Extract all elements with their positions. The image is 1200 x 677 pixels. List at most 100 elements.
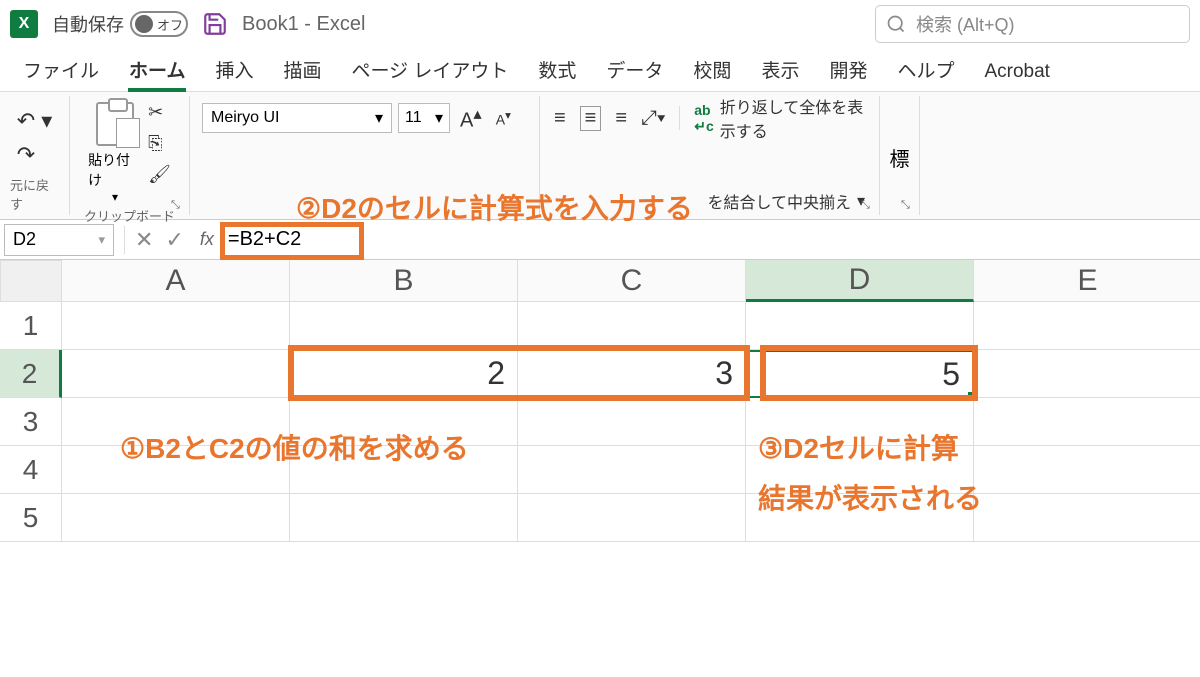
style-launcher-icon[interactable]: ⤡ <box>901 199 915 213</box>
cell-c2[interactable]: 3 <box>518 350 746 398</box>
formula-text: =B2+C2 <box>228 228 301 250</box>
chevron-down-icon: ▾ <box>375 108 383 128</box>
row-header-1[interactable]: 1 <box>0 302 62 350</box>
increase-font-button[interactable]: A▴ <box>456 102 486 135</box>
clipboard-group: 貼り付け ▾ ✂ ⎘ 🖌 クリップボード ⤡ <box>70 96 190 215</box>
tab-home[interactable]: ホーム <box>114 50 200 91</box>
wrap-text-icon: ab↵c <box>694 102 714 135</box>
row-header-5[interactable]: 5 <box>0 494 62 542</box>
tab-acrobat[interactable]: Acrobat <box>969 55 1064 91</box>
wrap-text-button[interactable]: ab↵c 折り返して全体を表示する <box>694 94 869 142</box>
tab-data[interactable]: データ <box>591 50 678 91</box>
cell-c1[interactable] <box>518 302 746 350</box>
name-box-value: D2 <box>13 229 36 250</box>
cell-e4[interactable] <box>974 446 1200 494</box>
autosave-label: 自動保存 <box>52 11 124 37</box>
tab-formulas[interactable]: 数式 <box>523 50 591 91</box>
fx-icon[interactable]: fx <box>190 229 224 250</box>
search-placeholder: 検索 (Alt+Q) <box>916 11 1015 37</box>
autosave-off-text: オフ <box>157 15 183 34</box>
cell-d5[interactable] <box>746 494 974 542</box>
formula-input[interactable]: =B2+C2 <box>224 228 1200 251</box>
spreadsheet: 1 2 3 4 5 A B C D E 2 3 5 <box>0 260 1200 542</box>
toggle-knob <box>135 15 153 33</box>
tab-help[interactable]: ヘルプ <box>882 50 969 91</box>
cell-d4[interactable] <box>746 446 974 494</box>
align-bottom-button[interactable]: ≡ <box>615 107 627 130</box>
decrease-font-button[interactable]: A▾ <box>492 106 515 130</box>
orientation-button[interactable]: ⤢▾ <box>641 107 665 130</box>
align-middle-button[interactable]: ≡ <box>580 106 602 131</box>
cell-e1[interactable] <box>974 302 1200 350</box>
tab-page-layout[interactable]: ページ レイアウト <box>336 50 523 91</box>
formula-bar: D2 ▾ ✕ ✓ fx =B2+C2 <box>0 220 1200 260</box>
cut-button[interactable]: ✂ <box>148 102 171 123</box>
cell-e3[interactable] <box>974 398 1200 446</box>
cell-d1[interactable] <box>746 302 974 350</box>
font-size-value: 11 <box>405 109 422 127</box>
clipboard-launcher-icon[interactable]: ⤡ <box>171 199 185 213</box>
paste-button[interactable]: 貼り付け ▾ <box>88 102 142 204</box>
tab-view[interactable]: 表示 <box>746 50 814 91</box>
row-header-4[interactable]: 4 <box>0 446 62 494</box>
cell-c5[interactable] <box>518 494 746 542</box>
cell-a1[interactable] <box>62 302 290 350</box>
clipboard-group-label: クリップボード <box>84 206 175 225</box>
cell-b1[interactable] <box>290 302 518 350</box>
cell-c3[interactable] <box>518 398 746 446</box>
format-painter-button[interactable]: 🖌 <box>148 164 171 185</box>
cancel-formula-button[interactable]: ✕ <box>129 227 159 253</box>
cell-b2[interactable]: 2 <box>290 350 518 398</box>
col-header-d[interactable]: D <box>746 260 974 302</box>
merge-center-button[interactable]: を結合して中央揃え ▾ <box>550 189 869 213</box>
cell-a3[interactable] <box>62 398 290 446</box>
alignment-launcher-icon[interactable]: ⤡ <box>861 199 875 213</box>
clipboard-icon <box>96 102 134 146</box>
col-header-a[interactable]: A <box>62 260 290 302</box>
cell-e5[interactable] <box>974 494 1200 542</box>
name-box[interactable]: D2 ▾ <box>4 224 114 256</box>
undo-button[interactable]: ↶ ▾ <box>17 108 53 134</box>
row-header-2[interactable]: 2 <box>0 350 62 398</box>
copy-button[interactable]: ⎘ <box>148 133 171 154</box>
save-icon[interactable] <box>202 11 228 37</box>
wrap-text-label: 折り返して全体を表示する <box>720 94 869 142</box>
paste-label: 貼り付け <box>88 150 142 190</box>
redo-button[interactable]: ↷ <box>17 142 53 168</box>
col-header-b[interactable]: B <box>290 260 518 302</box>
font-group: Meiryo UI ▾ 11 ▾ A▴ A▾ <box>190 96 540 215</box>
font-name-select[interactable]: Meiryo UI ▾ <box>202 103 392 133</box>
col-header-e[interactable]: E <box>974 260 1200 302</box>
cell-d3[interactable] <box>746 398 974 446</box>
cell-a2[interactable] <box>62 350 290 398</box>
tab-insert[interactable]: 挿入 <box>200 50 268 91</box>
undo-group: ↶ ▾ ↷ 元に戻す <box>0 96 70 215</box>
paste-dropdown-icon[interactable]: ▾ <box>112 190 118 204</box>
row-header-3[interactable]: 3 <box>0 398 62 446</box>
tab-developer[interactable]: 開発 <box>814 50 882 91</box>
select-all-corner[interactable] <box>0 260 62 302</box>
tab-draw[interactable]: 描画 <box>268 50 336 91</box>
enter-formula-button[interactable]: ✓ <box>159 227 189 253</box>
title-bar: X 自動保存 オフ Book1 - Excel 検索 (Alt+Q) <box>0 0 1200 48</box>
cell-b3[interactable] <box>290 398 518 446</box>
autosave-toggle[interactable]: オフ <box>130 11 188 37</box>
align-top-button[interactable]: ≡ <box>554 107 566 130</box>
tab-file[interactable]: ファイル <box>8 50 114 91</box>
merge-label: を結合して中央揃え <box>707 189 851 213</box>
col-header-row: A B C D E <box>62 260 1200 302</box>
cell-a5[interactable] <box>62 494 290 542</box>
cell-b4[interactable] <box>290 446 518 494</box>
search-input[interactable]: 検索 (Alt+Q) <box>875 5 1190 43</box>
cell-a4[interactable] <box>62 446 290 494</box>
chevron-down-icon: ▾ <box>98 232 105 248</box>
col-header-c[interactable]: C <box>518 260 746 302</box>
row-header-column: 1 2 3 4 5 <box>0 260 62 542</box>
font-size-select[interactable]: 11 ▾ <box>398 103 450 133</box>
cell-d2[interactable]: 5 <box>746 350 974 398</box>
cell-b5[interactable] <box>290 494 518 542</box>
cell-e2[interactable] <box>974 350 1200 398</box>
cell-c4[interactable] <box>518 446 746 494</box>
tab-review[interactable]: 校閲 <box>678 50 746 91</box>
ribbon-tab-bar: ファイル ホーム 挿入 描画 ページ レイアウト 数式 データ 校閲 表示 開発… <box>0 48 1200 92</box>
